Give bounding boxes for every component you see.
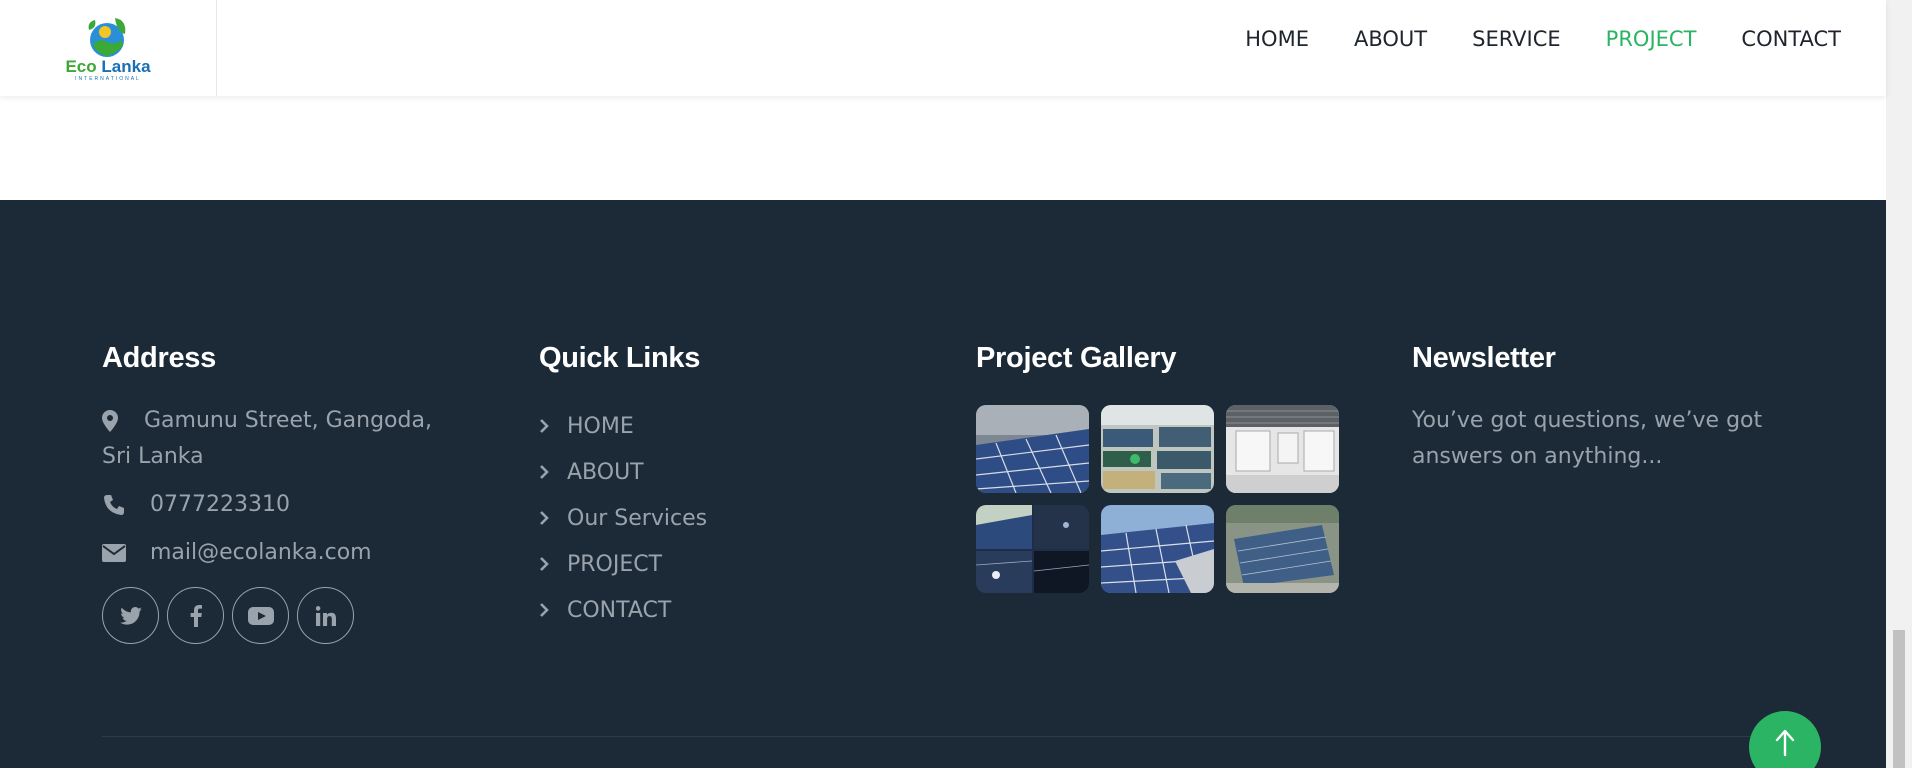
footer-quick-links-column: Quick Links HOME ABOUT Our Services PROJ… xyxy=(539,342,899,633)
gallery-heading: Project Gallery xyxy=(976,342,1177,374)
nav-service[interactable]: SERVICE xyxy=(1472,27,1561,51)
address-email-row: mail@ecolanka.com xyxy=(102,535,462,571)
address-phone[interactable]: 0777223310 xyxy=(150,487,290,523)
facebook-button[interactable] xyxy=(167,587,224,644)
page-scrollbar[interactable] xyxy=(1886,0,1912,768)
footer-gallery-column: Project Gallery xyxy=(976,342,1356,593)
facebook-icon xyxy=(190,604,202,627)
envelope-icon xyxy=(102,535,150,571)
footer-address-column: Address Gamunu Street, Gangoda, Sri Lank… xyxy=(102,342,462,644)
nav-home[interactable]: HOME xyxy=(1245,27,1309,51)
logo[interactable]: Eco Lanka INTERNATIONAL xyxy=(0,0,217,96)
gallery-thumb-solar-aerial[interactable] xyxy=(1226,505,1339,593)
chevron-right-icon xyxy=(539,465,567,479)
gallery-thumb-solar-roof-3[interactable] xyxy=(1101,505,1214,593)
gallery-thumb-solar-roof-2[interactable] xyxy=(1101,405,1214,493)
main-nav: HOME ABOUT SERVICE PROJECT CONTACT xyxy=(1245,0,1841,78)
chevron-right-icon xyxy=(539,557,567,571)
quick-link-project[interactable]: PROJECT xyxy=(539,541,899,587)
nav-contact[interactable]: CONTACT xyxy=(1741,27,1841,51)
footer-divider xyxy=(102,736,1788,737)
newsletter-heading: Newsletter xyxy=(1412,342,1556,374)
quick-link-label: Our Services xyxy=(567,505,708,531)
nav-project[interactable]: PROJECT xyxy=(1606,27,1697,51)
gallery-thumb-solar-roof-1[interactable] xyxy=(976,405,1089,493)
twitter-button[interactable] xyxy=(102,587,159,644)
quick-link-label: HOME xyxy=(567,413,634,439)
chevron-right-icon xyxy=(539,603,567,617)
address-heading: Address xyxy=(102,342,216,374)
twitter-icon xyxy=(119,606,142,625)
newsletter-text: You’ve got questions, we’ve got answers … xyxy=(1412,408,1763,469)
chevron-right-icon xyxy=(539,419,567,433)
social-links xyxy=(102,587,462,644)
logo-wordmark: Eco Lanka xyxy=(65,57,151,76)
gallery-thumb-solar-collage[interactable] xyxy=(976,505,1089,593)
logo-emblem-icon xyxy=(88,18,126,57)
address-email[interactable]: mail@ecolanka.com xyxy=(150,535,372,571)
logo-subtitle: INTERNATIONAL xyxy=(75,76,141,82)
quick-link-about[interactable]: ABOUT xyxy=(539,449,899,495)
map-marker-icon xyxy=(102,403,144,439)
quick-links-heading: Quick Links xyxy=(539,342,701,374)
address-phone-row: 0777223310 xyxy=(102,487,462,523)
site-header: Eco Lanka INTERNATIONAL HOME ABOUT SERVI… xyxy=(0,0,1886,96)
gallery-thumb-inverters[interactable] xyxy=(1226,405,1339,493)
youtube-icon xyxy=(247,606,274,625)
linkedin-button[interactable] xyxy=(297,587,354,644)
youtube-button[interactable] xyxy=(232,587,289,644)
scrollbar-thumb[interactable] xyxy=(1893,630,1905,768)
footer-newsletter-column: Newsletter You’ve got questions, we’ve g… xyxy=(1412,342,1792,475)
address-street: Gamunu Street, Gangoda, Sri Lanka xyxy=(102,408,432,469)
arrow-up-icon xyxy=(1775,729,1795,757)
address-street-row: Gamunu Street, Gangoda, Sri Lanka xyxy=(102,403,462,475)
quick-link-label: ABOUT xyxy=(567,459,644,485)
quick-link-label: CONTACT xyxy=(567,597,672,623)
linkedin-icon xyxy=(315,605,336,626)
site-footer: Address Gamunu Street, Gangoda, Sri Lank… xyxy=(0,200,1886,768)
gallery-grid xyxy=(976,405,1356,593)
quick-link-label: PROJECT xyxy=(567,551,663,577)
quick-link-services[interactable]: Our Services xyxy=(539,495,899,541)
phone-icon xyxy=(102,487,150,523)
quick-links-list: HOME ABOUT Our Services PROJECT CONTACT xyxy=(539,403,899,633)
quick-link-home[interactable]: HOME xyxy=(539,403,899,449)
chevron-right-icon xyxy=(539,511,567,525)
quick-link-contact[interactable]: CONTACT xyxy=(539,587,899,633)
nav-about[interactable]: ABOUT xyxy=(1354,27,1427,51)
